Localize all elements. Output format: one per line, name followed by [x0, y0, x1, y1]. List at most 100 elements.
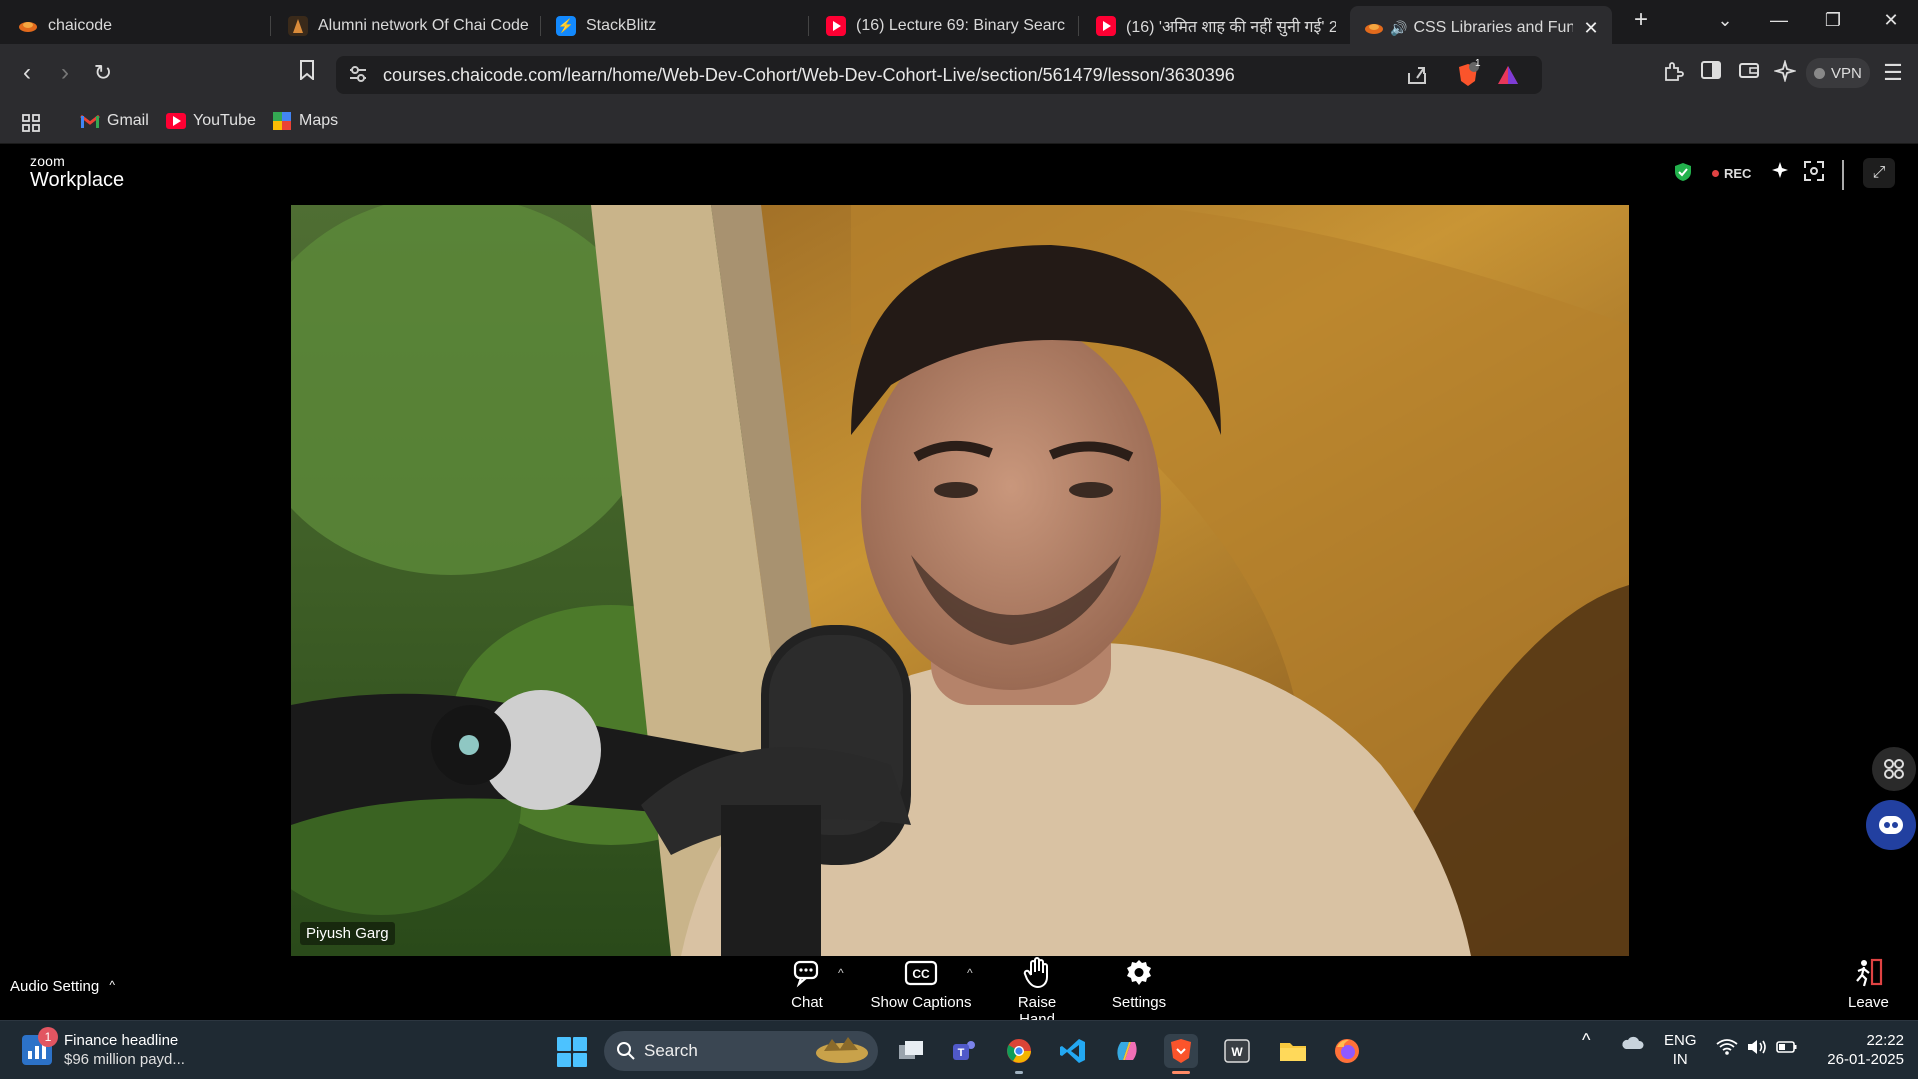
bookmark-icon[interactable]: [294, 60, 320, 86]
vscode-icon[interactable]: [1056, 1034, 1090, 1068]
close-window-button[interactable]: ✕: [1876, 10, 1906, 31]
sidebar-toggle-icon[interactable]: [1698, 60, 1724, 86]
tab-youtube-lecture[interactable]: (16) Lecture 69: Binary Search T: [826, 8, 1066, 44]
clock[interactable]: 22:22 26-01-2025: [1816, 1031, 1904, 1069]
search-highlight-icon: [814, 1033, 870, 1070]
fullscreen-expand-button[interactable]: ⤢: [1863, 158, 1895, 188]
recording-indicator[interactable]: REC: [1712, 166, 1751, 181]
show-hidden-icons-chevron[interactable]: ^: [1582, 1031, 1590, 1050]
record-dot-icon: [1712, 170, 1719, 177]
show-captions-button[interactable]: CC Show Captions: [868, 956, 974, 1011]
brave-rewards-icon[interactable]: [1496, 64, 1520, 91]
url-text[interactable]: courses.chaicode.com/learn/home/Web-Dev-…: [383, 65, 1235, 86]
captions-options-chevron-icon[interactable]: ^: [967, 966, 973, 980]
tab-youtube-news[interactable]: (16) 'अमित शाह की नहीं सुनी गई' 2: [1096, 8, 1336, 44]
new-tab-button[interactable]: +: [1626, 6, 1656, 34]
copilot-icon[interactable]: [1110, 1034, 1144, 1068]
bookmarks-bar: Gmail YouTube Maps: [0, 104, 1918, 144]
close-tab-icon[interactable]: ✕: [1583, 18, 1598, 39]
gear-icon: [1127, 960, 1151, 985]
participant-video[interactable]: [291, 205, 1629, 956]
tab-separator: [270, 16, 271, 36]
chrome-icon[interactable]: [1002, 1034, 1036, 1074]
language-indicator[interactable]: ENG IN: [1664, 1031, 1697, 1069]
news-badge: 1: [38, 1027, 58, 1047]
speaker-icon[interactable]: 🔊: [1390, 20, 1407, 37]
windows-start-button[interactable]: [557, 1037, 587, 1067]
tab-alumni[interactable]: Alumni network Of Chai Code: [288, 8, 538, 44]
extensions-icon[interactable]: [1660, 60, 1686, 86]
leave-button[interactable]: Leave: [1848, 956, 1889, 1011]
news-icon: 1: [22, 1027, 58, 1065]
youtube-icon: [826, 16, 846, 36]
participant-name-label: Piyush Garg: [300, 922, 395, 945]
back-button[interactable]: ‹: [12, 58, 42, 88]
windows-taskbar: 1 Finance headline $96 million payd... S…: [0, 1020, 1918, 1079]
taskbar-search[interactable]: Search: [604, 1031, 878, 1071]
vim-app-icon[interactable]: W: [1220, 1034, 1254, 1068]
zoom-workplace-logo: zoom Workplace: [30, 153, 125, 191]
tab-chaicode[interactable]: chaicode: [18, 8, 258, 44]
firefox-icon[interactable]: [1330, 1034, 1364, 1068]
raise-hand-button[interactable]: Raise Hand: [998, 956, 1076, 1028]
apps-grid-icon[interactable]: [22, 114, 40, 132]
maps-icon: [272, 112, 292, 130]
volume-icon[interactable]: [1746, 1038, 1768, 1061]
chat-icon: [793, 960, 819, 988]
gmail-icon: [80, 113, 100, 129]
onedrive-cloud-icon[interactable]: [1620, 1035, 1644, 1056]
ai-assistant-button[interactable]: [1866, 800, 1916, 850]
youtube-icon: [1096, 16, 1116, 36]
task-view-icon[interactable]: [894, 1034, 928, 1068]
site-settings-icon[interactable]: [348, 65, 368, 88]
leo-ai-icon[interactable]: [1772, 58, 1798, 86]
bookmark-maps[interactable]: Maps: [272, 112, 338, 130]
settings-button[interactable]: Settings: [1108, 956, 1170, 1011]
alumni-icon: [288, 16, 308, 36]
wallet-icon[interactable]: [1736, 60, 1762, 86]
tab-search-chevron-icon[interactable]: ⌄: [1710, 10, 1740, 31]
svg-text:CC: CC: [912, 967, 930, 981]
restore-button[interactable]: ❐: [1818, 10, 1848, 31]
divider: [1842, 160, 1844, 190]
apps-icon: [1884, 759, 1904, 779]
battery-icon[interactable]: [1776, 1040, 1798, 1059]
chaicode-icon: [18, 16, 38, 36]
wifi-icon[interactable]: [1716, 1038, 1738, 1061]
tab-separator: [808, 16, 809, 36]
audio-setting-button[interactable]: Audio Setting ^: [10, 978, 115, 995]
chat-options-chevron-icon[interactable]: ^: [838, 966, 844, 980]
browser-tab-strip: chaicode Alumni network Of Chai Code ⚡ S…: [0, 0, 1918, 50]
address-bar[interactable]: courses.chaicode.com/learn/home/Web-Dev-…: [336, 56, 1542, 94]
chaicode-icon: [1364, 18, 1384, 38]
robot-icon: [1879, 816, 1903, 834]
teams-icon[interactable]: T: [948, 1034, 982, 1068]
zoom-meeting-area: zoom Workplace REC ⤢ Piyush Garg Audio S…: [0, 144, 1918, 1028]
browser-toolbar: ‹ › ↻ courses.chaicode.com/learn/home/We…: [0, 44, 1918, 104]
bookmark-youtube[interactable]: YouTube: [166, 112, 256, 130]
reload-button[interactable]: ↻: [88, 58, 118, 88]
raise-hand-icon: [1023, 957, 1048, 989]
file-explorer-icon[interactable]: [1276, 1034, 1310, 1068]
vpn-status-icon: [1814, 67, 1825, 79]
brave-browser-icon[interactable]: [1164, 1034, 1198, 1074]
chat-button[interactable]: Chat: [785, 956, 829, 1011]
svg-text:T: T: [958, 1047, 965, 1059]
menu-icon[interactable]: ☰: [1880, 60, 1906, 86]
tab-separator: [540, 16, 541, 36]
ai-companion-sparkle-icon[interactable]: [1768, 160, 1792, 184]
news-widget[interactable]: 1 Finance headline $96 million payd...: [22, 1027, 185, 1069]
minimize-button[interactable]: —: [1764, 10, 1794, 31]
shields-count-badge: 1: [1475, 58, 1481, 69]
tab-stackblitz[interactable]: ⚡ StackBlitz: [556, 8, 796, 44]
share-icon[interactable]: [1406, 64, 1428, 91]
bookmark-gmail[interactable]: Gmail: [80, 112, 149, 130]
encryption-shield-icon[interactable]: [1674, 162, 1692, 182]
youtube-icon: [166, 113, 186, 129]
tab-separator: [1078, 16, 1079, 36]
apps-panel-button[interactable]: [1872, 747, 1916, 791]
forward-button[interactable]: ›: [50, 58, 80, 88]
view-options-icon[interactable]: [1802, 160, 1826, 184]
stackblitz-icon: ⚡: [556, 16, 576, 36]
vpn-button[interactable]: VPN: [1806, 58, 1870, 88]
